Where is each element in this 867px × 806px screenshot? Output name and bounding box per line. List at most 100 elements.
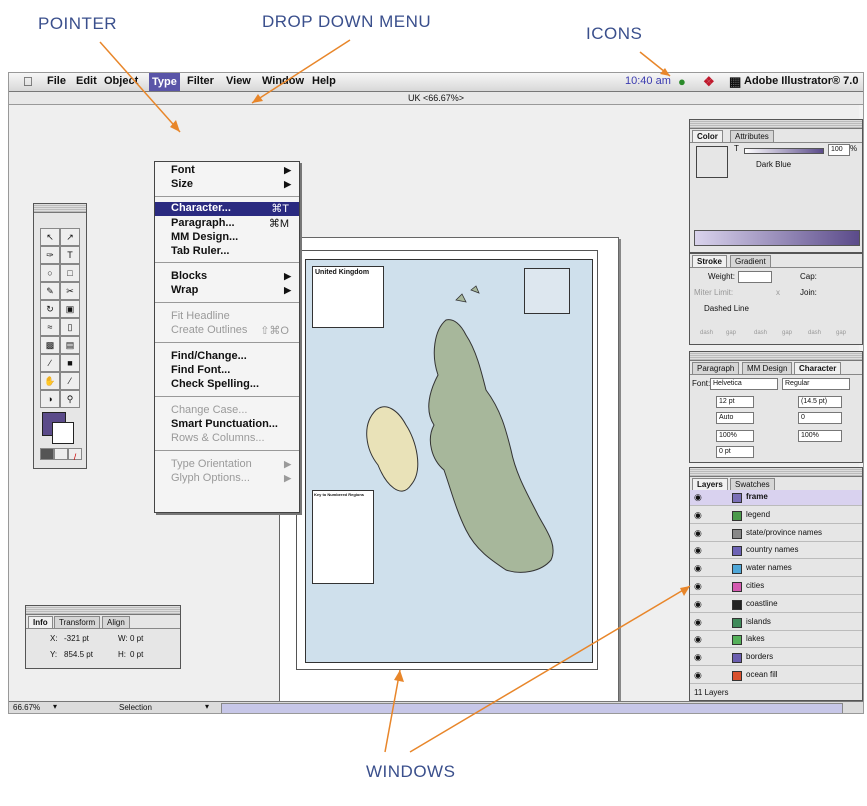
knife-tool-icon[interactable]: ∕ [40, 354, 60, 372]
uk-map[interactable]: United Kingdom Key to Numbered Regions [305, 259, 593, 663]
stroke-palette[interactable]: Stroke Gradient Weight: Cap: Miter Limit… [689, 253, 863, 345]
paintbucket-tool-icon[interactable]: ◑ [40, 390, 60, 408]
info-palette[interactable]: Info Transform Align X: -321 pt W: 0 pt … [25, 605, 181, 669]
tab-color[interactable]: Color [692, 130, 723, 142]
chart-tool-icon[interactable]: ▤ [60, 336, 80, 354]
menu-filter[interactable]: Filter [187, 75, 214, 87]
color-mode-icon[interactable] [40, 448, 54, 460]
menu-item-wrap[interactable]: Wrap [171, 284, 198, 296]
shear-tool-icon[interactable]: ▯ [60, 318, 80, 336]
menu-help[interactable]: Help [312, 75, 336, 87]
visibility-eye-icon[interactable]: ◉ [694, 634, 702, 645]
status-mode-field[interactable]: Selection [119, 703, 152, 712]
menu-window[interactable]: Window [262, 75, 304, 87]
size-field[interactable]: 12 pt [716, 396, 754, 408]
scissors-tool-icon[interactable]: ✂ [60, 282, 80, 300]
menu-type[interactable]: Type [149, 73, 180, 91]
tab-character[interactable]: Character [794, 362, 842, 374]
menu-item-find-change[interactable]: Find/Change... [171, 350, 247, 362]
layers-palette-title-bar[interactable] [690, 468, 862, 477]
scale-tool-icon[interactable]: ▣ [60, 300, 80, 318]
tab-swatches[interactable]: Swatches [730, 478, 775, 490]
tab-paragraph[interactable]: Paragraph [692, 362, 740, 374]
menu-item-blocks[interactable]: Blocks [171, 270, 207, 282]
hand-tool-icon[interactable]: ✋ [40, 372, 60, 390]
color-ramp[interactable] [694, 230, 860, 246]
visibility-eye-icon[interactable]: ◉ [694, 545, 702, 556]
color-palette-title-bar[interactable] [690, 120, 862, 129]
tab-mm-design[interactable]: MM Design [742, 362, 793, 374]
visibility-eye-icon[interactable]: ◉ [694, 599, 702, 610]
none-mode-icon[interactable]: / [68, 448, 82, 462]
layer-row[interactable]: ◉ ocean fill [690, 668, 862, 684]
zoom-tool-icon[interactable]: ⚲ [60, 390, 80, 408]
app-icon[interactable]: ▦ [729, 74, 741, 90]
menu-edit[interactable]: Edit [76, 75, 97, 87]
app-name[interactable]: Adobe Illustrator® 7.0 [744, 75, 858, 87]
character-palette[interactable]: Paragraph MM Design Character Font: Helv… [689, 351, 863, 463]
menu-item-tab-ruler[interactable]: Tab Ruler... [171, 245, 229, 257]
apple-menu-icon[interactable]:  [23, 74, 33, 89]
tint-slider[interactable] [744, 148, 824, 154]
layer-row[interactable]: ◉ state/province names [690, 526, 862, 542]
status-mode-dropdown-icon[interactable]: ▾ [205, 702, 209, 711]
layers-palette[interactable]: Layers Swatches ◉ frame ◉ legend ◉ state/prov… [689, 467, 863, 701]
type-dropdown-menu[interactable]: Font ▶ Size ▶ Character... ⌘T Paragraph.… [154, 161, 300, 513]
baseline-field[interactable]: 0 pt [716, 446, 754, 458]
visibility-eye-icon[interactable]: ◉ [694, 528, 702, 539]
style-field[interactable]: Regular [782, 378, 850, 390]
menu-object[interactable]: Object [104, 75, 138, 87]
horizontal-scale-field[interactable]: 100% [798, 430, 842, 442]
visibility-eye-icon[interactable]: ◉ [694, 617, 702, 628]
gradient-tool-icon[interactable]: ■ [60, 354, 80, 372]
tab-gradient[interactable]: Gradient [730, 255, 771, 267]
layer-row[interactable]: ◉ legend [690, 508, 862, 524]
gradient-mode-icon[interactable] [54, 448, 68, 460]
artboard[interactable]: United Kingdom Key to Numbered Regions [279, 237, 619, 713]
leading-field[interactable]: (14.5 pt) [798, 396, 842, 408]
weight-field[interactable] [738, 271, 772, 283]
graph-tool-icon[interactable]: ▩ [40, 336, 60, 354]
visibility-eye-icon[interactable]: ◉ [694, 581, 702, 592]
pencil-tool-icon[interactable]: ✎ [40, 282, 60, 300]
menu-item-check-spelling[interactable]: Check Spelling... [171, 378, 259, 390]
tab-transform[interactable]: Transform [54, 616, 101, 628]
zoom-level-field[interactable]: 66.67% [13, 703, 40, 712]
font-field[interactable]: Helvetica [710, 378, 778, 390]
layer-row[interactable]: ◉ coastline [690, 597, 862, 613]
tab-attributes[interactable]: Attributes [730, 130, 774, 142]
visibility-eye-icon[interactable]: ◉ [694, 492, 702, 503]
layer-row[interactable]: ◉ water names [690, 561, 862, 578]
type-tool-icon[interactable]: T [60, 246, 80, 264]
tab-align[interactable]: Align [102, 616, 130, 628]
toolbox-title-bar[interactable] [34, 204, 86, 213]
layer-row[interactable]: ◉ islands [690, 615, 862, 631]
kerning-field[interactable]: Auto [716, 412, 754, 424]
tint-field[interactable]: 100 [828, 144, 850, 156]
toolbox-palette[interactable]: ↖ ↗ ✑ T ○ □ ✎ ✂ ↻ ▣ ≈ ▯ ▩ ▤ ∕ ■ ✋ ⁄ ◑ ⚲ … [33, 203, 87, 469]
menu-item-mm-design[interactable]: MM Design... [171, 231, 238, 243]
visibility-eye-icon[interactable]: ◉ [694, 670, 702, 681]
color-swatch[interactable] [696, 146, 728, 178]
direct-selection-tool-icon[interactable]: ↗ [60, 228, 80, 246]
info-palette-title-bar[interactable] [26, 606, 180, 615]
visibility-eye-icon[interactable]: ◉ [694, 652, 702, 663]
menu-item-smart-punctuation[interactable]: Smart Punctuation... [171, 418, 278, 430]
horizontal-scrollbar[interactable] [221, 703, 843, 713]
menu-item-font[interactable]: Font [171, 164, 195, 176]
tab-stroke[interactable]: Stroke [692, 255, 727, 267]
tab-layers[interactable]: Layers [692, 478, 728, 490]
dashed-line-label[interactable]: Dashed Line [704, 304, 749, 313]
visibility-eye-icon[interactable]: ◉ [694, 510, 702, 521]
document-title-bar[interactable]: UK <66.67%> [9, 92, 863, 105]
visibility-eye-icon[interactable]: ◉ [694, 563, 702, 574]
flag-icon[interactable]: ❖ [703, 74, 715, 90]
eyedropper-tool-icon[interactable]: ⁄ [60, 372, 80, 390]
layer-row[interactable]: ◉ country names [690, 543, 862, 560]
menu-view[interactable]: View [226, 75, 251, 87]
lightbulb-icon[interactable]: ● [678, 74, 686, 89]
character-palette-title-bar[interactable] [690, 352, 862, 361]
menu-item-size[interactable]: Size [171, 178, 193, 190]
layer-row[interactable]: ◉ borders [690, 650, 862, 667]
tracking-field[interactable]: 0 [798, 412, 842, 424]
